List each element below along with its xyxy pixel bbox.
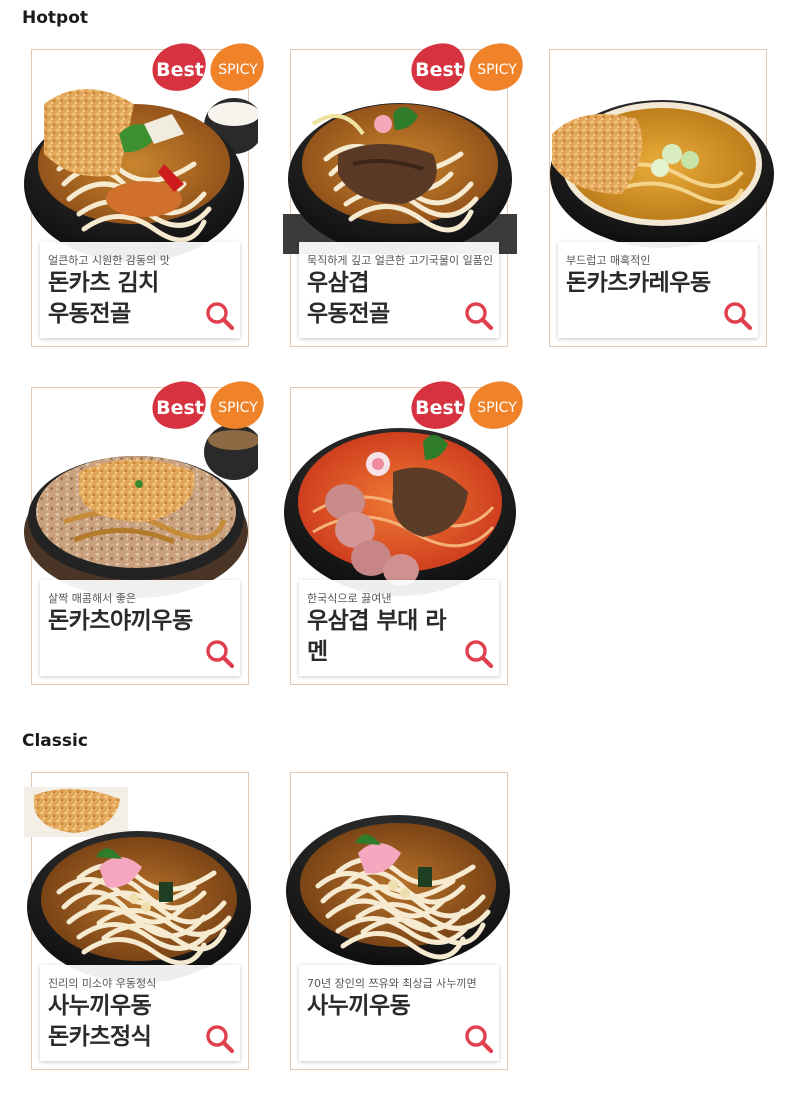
spicy-badge: SPICY xyxy=(469,381,523,429)
menu-info-panel: 묵직하게 깊고 얼큰한 고기국물이 일품인 우삼겹 우동전골 xyxy=(299,242,499,338)
menu-tagline: 70년 장인의 쯔유와 최상급 사누끼면 xyxy=(307,977,477,990)
menu-name: 사누끼우동 돈카츠정식 xyxy=(48,993,152,1050)
svg-text:SPICY: SPICY xyxy=(218,400,258,416)
menu-info-panel: 진리의 미소야 우동정식 사누끼우동 돈카츠정식 xyxy=(40,965,240,1061)
menu-name: 돈카츠야끼우동 xyxy=(48,608,193,634)
magnifier-icon[interactable] xyxy=(463,1023,495,1055)
menu-tagline: 한국식으로 끓여낸 xyxy=(307,592,392,605)
food-photo xyxy=(550,100,774,248)
menu-info-panel: 살짝 매콤해서 좋은 돈카츠야끼우동 xyxy=(40,580,240,676)
svg-text:Best: Best xyxy=(156,59,204,81)
menu-name: 사누끼우동 xyxy=(307,993,411,1019)
menu-name: 우삼겹 부대 라멘 xyxy=(307,608,446,665)
menu-info-panel: 얼큰하고 시원한 감동의 맛 돈카츠 김치 우동전골 xyxy=(40,242,240,338)
section-title-classic: Classic xyxy=(22,731,88,751)
magnifier-icon[interactable] xyxy=(463,638,495,670)
menu-info-panel: 70년 장인의 쯔유와 최상급 사누끼면 사누끼우동 xyxy=(299,965,499,1061)
menu-info-panel: 한국식으로 끓여낸 우삼겹 부대 라멘 xyxy=(299,580,499,676)
menu-tagline: 부드럽고 매혹적인 xyxy=(566,254,651,267)
spicy-badge: SPICY xyxy=(210,381,264,429)
svg-text:Best: Best xyxy=(415,397,463,419)
badge-group: Best SPICY xyxy=(152,381,264,429)
magnifier-icon[interactable] xyxy=(204,638,236,670)
svg-text:SPICY: SPICY xyxy=(477,400,517,416)
menu-name: 우삼겹 우동전골 xyxy=(307,270,390,327)
menu-tagline: 얼큰하고 시원한 감동의 맛 xyxy=(48,254,170,267)
menu-name: 돈카츠 김치 우동전골 xyxy=(48,270,159,327)
menu-card-donkatsu-curry-udon[interactable]: 부드럽고 매혹적인 돈카츠카레우동 xyxy=(549,49,774,347)
svg-text:Best: Best xyxy=(415,59,463,81)
menu-tagline: 살짝 매콤해서 좋은 xyxy=(48,592,136,605)
best-badge: Best xyxy=(152,381,206,429)
food-photo xyxy=(24,787,251,983)
magnifier-icon[interactable] xyxy=(722,300,754,332)
best-badge: Best xyxy=(411,381,465,429)
svg-text:SPICY: SPICY xyxy=(477,62,517,78)
magnifier-icon[interactable] xyxy=(204,1023,236,1055)
menu-tagline: 묵직하게 깊고 얼큰한 고기국물이 일품인 xyxy=(307,254,494,267)
svg-text:Best: Best xyxy=(156,397,204,419)
badge-group: Best SPICY xyxy=(152,43,264,91)
menu-card-sanuki-udon[interactable]: 70년 장인의 쯔유와 최상급 사누끼면 사누끼우동 xyxy=(286,772,510,1070)
menu-card-donkatsu-kimchi-udon-hotpot[interactable]: Best SPICY 얼큰하고 시원한 감동의 맛 돈카츠 김치 우동전골 xyxy=(24,43,264,347)
spicy-badge: SPICY xyxy=(210,43,264,91)
svg-text:SPICY: SPICY xyxy=(218,62,258,78)
menu-info-panel: 부드럽고 매혹적인 돈카츠카레우동 xyxy=(558,242,758,338)
menu-card-sanuki-udon-donkatsu-set[interactable]: 진리의 미소야 우동정식 사누끼우동 돈카츠정식 xyxy=(24,772,251,1070)
section-title-hotpot: Hotpot xyxy=(22,8,89,28)
best-badge: Best xyxy=(152,43,206,91)
best-badge: Best xyxy=(411,43,465,91)
menu-name: 돈카츠카레우동 xyxy=(566,270,711,296)
menu-card-donkatsu-yaki-udon[interactable]: Best SPICY 살짝 매콤해서 좋은 돈카츠야끼우동 xyxy=(24,381,264,685)
menu-card-usamgyeop-udon-hotpot[interactable]: Best SPICY 묵직하게 깊고 얼큰한 고기국물이 일품인 우삼겹 우동전… xyxy=(283,43,523,347)
badge-group: Best SPICY xyxy=(411,43,523,91)
menu-card-usamgyeop-budae-ramen[interactable]: Best SPICY 한국식으로 끓여낸 우삼겹 부대 라멘 xyxy=(284,381,523,685)
magnifier-icon[interactable] xyxy=(463,300,495,332)
food-photo xyxy=(286,815,510,967)
badge-group: Best SPICY xyxy=(411,381,523,429)
menu-tagline: 진리의 미소야 우동정식 xyxy=(48,977,157,990)
spicy-badge: SPICY xyxy=(469,43,523,91)
magnifier-icon[interactable] xyxy=(204,300,236,332)
